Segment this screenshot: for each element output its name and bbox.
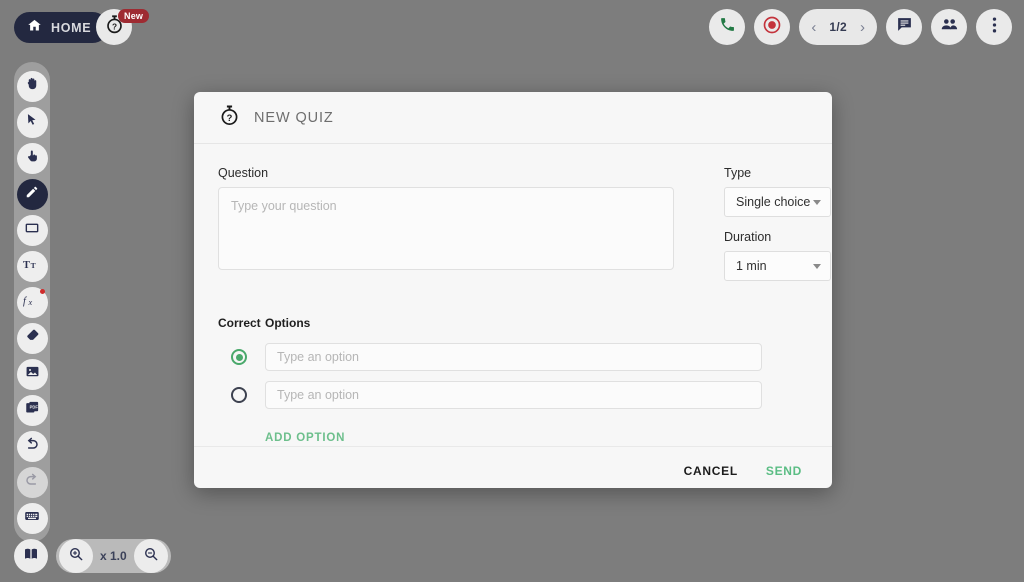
pointer-tool[interactable] — [15, 140, 49, 176]
option-row — [218, 381, 808, 409]
zoom-out-icon — [143, 546, 159, 567]
map-book-icon — [23, 546, 39, 567]
option-input-1[interactable] — [265, 343, 762, 371]
zoom-level-label: x 1.0 — [97, 549, 130, 563]
dialog-footer: CANCEL SEND — [194, 446, 832, 488]
keyboard-icon — [24, 508, 40, 529]
select-tool[interactable] — [15, 104, 49, 140]
zoom-group: x 1.0 — [56, 539, 171, 573]
participants-button[interactable] — [931, 9, 967, 45]
question-column: Question — [218, 166, 674, 275]
top-right-toolbar: ‹ 1/2 › — [709, 9, 1012, 45]
pen-tool[interactable] — [15, 176, 49, 212]
cancel-button[interactable]: CANCEL — [682, 460, 740, 482]
top-bar: HOME ? New — [0, 0, 1024, 55]
formula-tool[interactable]: f x — [15, 284, 49, 320]
formula-fx-icon: f x — [23, 292, 41, 313]
dialog-body: Question Type Single choice Duration 1 m… — [194, 144, 832, 446]
svg-text:T: T — [31, 261, 36, 270]
zoom-controls: x 1.0 — [14, 539, 171, 573]
svg-text:T: T — [23, 260, 30, 271]
home-button-label: HOME — [51, 21, 91, 35]
hand-pan-tool[interactable] — [15, 68, 49, 104]
chat-button[interactable] — [886, 9, 922, 45]
duration-selected-value: 1 min — [736, 259, 767, 273]
zoom-in-button[interactable] — [59, 539, 93, 573]
svg-text:?: ? — [227, 112, 233, 123]
svg-text:PDF: PDF — [29, 404, 38, 409]
cursor-arrow-icon — [25, 113, 39, 132]
formula-notification-dot — [40, 289, 45, 294]
type-selected-value: Single choice — [736, 195, 810, 209]
option-input-2[interactable] — [265, 381, 762, 409]
duration-select[interactable]: 1 min — [724, 251, 831, 281]
record-button[interactable] — [754, 9, 790, 45]
dialog-header: ? NEW QUIZ — [194, 92, 832, 144]
map-button[interactable] — [14, 539, 48, 573]
undo-tool[interactable] — [15, 428, 49, 464]
hand-icon — [25, 76, 40, 96]
correct-column-header: Correct — [218, 316, 264, 330]
page-prev-button[interactable]: ‹ — [809, 20, 818, 35]
call-button[interactable] — [709, 9, 745, 45]
duration-label: Duration — [724, 230, 831, 244]
new-badge: New — [118, 9, 149, 23]
question-input[interactable] — [218, 187, 674, 270]
phone-icon — [719, 16, 736, 38]
new-quiz-dialog: ? NEW QUIZ Question Type Single choice D… — [194, 92, 832, 488]
redo-arrow-icon — [24, 472, 40, 493]
shape-tool[interactable] — [15, 212, 49, 248]
correct-radio-1[interactable] — [231, 349, 247, 365]
send-button[interactable]: SEND — [764, 460, 804, 482]
text-tool[interactable]: T T — [15, 248, 49, 284]
text-Tt-icon: T T — [23, 256, 41, 277]
options-headers: Correct Options — [218, 316, 808, 330]
stopwatch-question-icon: ? — [218, 104, 241, 132]
zoom-in-icon — [68, 546, 84, 567]
add-option-button[interactable]: ADD OPTION — [265, 430, 345, 446]
correct-radio-cell — [218, 349, 265, 365]
home-button[interactable]: HOME — [14, 12, 108, 43]
record-icon — [762, 15, 782, 40]
pdf-icon: PDF — [25, 400, 40, 420]
more-vertical-icon — [992, 16, 997, 39]
keyboard-tool[interactable] — [15, 500, 49, 536]
chevron-down-icon — [813, 264, 821, 269]
zoom-out-button[interactable] — [134, 539, 168, 573]
image-tool[interactable] — [15, 356, 49, 392]
more-options-button[interactable] — [976, 9, 1012, 45]
rectangle-icon — [24, 220, 40, 241]
question-and-settings-row: Question Type Single choice Duration 1 m… — [218, 166, 808, 294]
pointing-hand-icon — [25, 149, 39, 168]
left-toolbar: T T f x — [14, 62, 50, 542]
question-label: Question — [218, 166, 674, 180]
pencil-icon — [25, 185, 39, 204]
image-icon — [25, 364, 40, 384]
svg-text:?: ? — [111, 21, 116, 31]
dialog-title: NEW QUIZ — [254, 110, 334, 126]
svg-text:x: x — [28, 297, 33, 306]
page-navigator: ‹ 1/2 › — [799, 9, 877, 45]
correct-radio-2[interactable] — [231, 387, 247, 403]
page-next-button[interactable]: › — [858, 20, 867, 35]
eraser-tool[interactable] — [15, 320, 49, 356]
svg-text:f: f — [23, 296, 28, 307]
option-row — [218, 343, 808, 371]
chevron-down-icon — [813, 200, 821, 205]
settings-column: Type Single choice Duration 1 min — [724, 166, 831, 294]
page-indicator: 1/2 — [829, 20, 847, 34]
chat-icon — [896, 16, 913, 38]
home-icon — [27, 18, 42, 38]
type-select[interactable]: Single choice — [724, 187, 831, 217]
options-column-header: Options — [265, 316, 310, 330]
redo-tool[interactable] — [15, 464, 49, 500]
correct-radio-cell — [218, 387, 265, 403]
pdf-tool[interactable]: PDF — [15, 392, 49, 428]
undo-arrow-icon — [24, 436, 40, 457]
type-label: Type — [724, 166, 831, 180]
eraser-icon — [25, 328, 40, 348]
people-icon — [940, 15, 959, 39]
